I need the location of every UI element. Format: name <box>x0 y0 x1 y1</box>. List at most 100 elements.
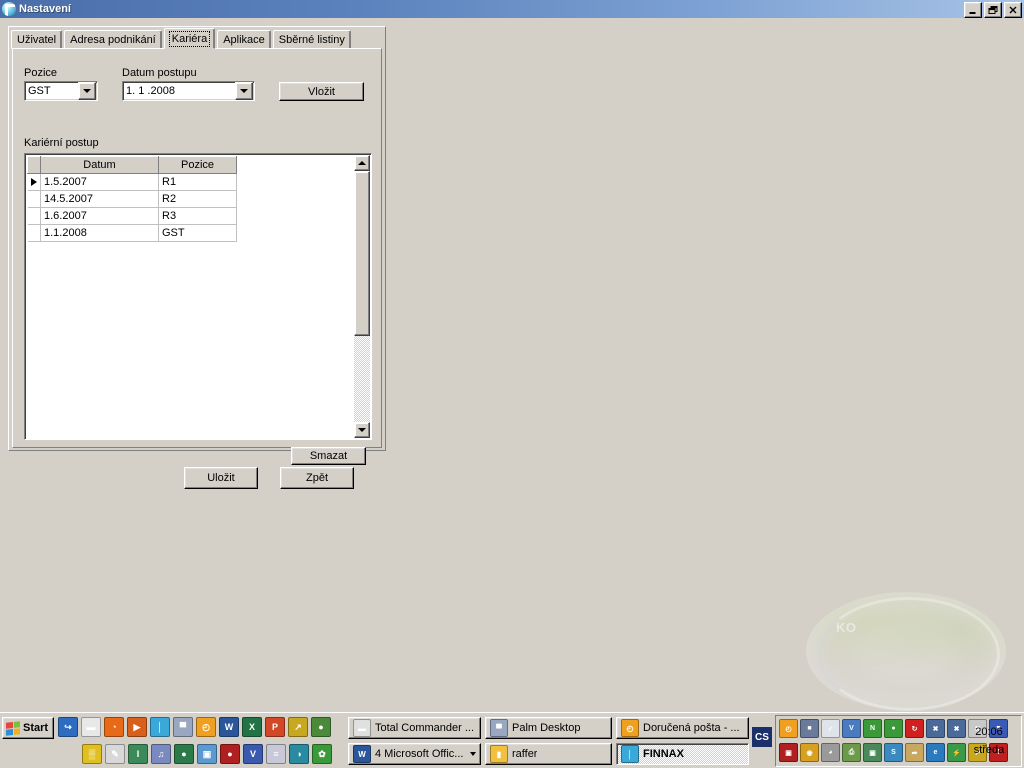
datum-postupu-datepicker[interactable]: 1. 1 .2008 <box>122 81 255 101</box>
minimize-button[interactable] <box>964 2 982 18</box>
database-icon[interactable]: ◑ <box>289 744 309 764</box>
taskbar-button[interactable]: ▬ Total Commander ... <box>348 717 481 739</box>
internet-globe-icon[interactable]: ● <box>311 717 331 737</box>
cell-datum[interactable]: 14.5.2007 <box>40 190 159 208</box>
nvidia-tray-icon[interactable]: N <box>863 719 882 738</box>
tab-aplikace[interactable]: Aplikace <box>217 30 271 49</box>
save-floppy-icon[interactable]: ▬ <box>81 717 101 737</box>
clock-icon[interactable]: ◴ <box>196 717 216 737</box>
table-row[interactable]: 1.1.2008 GST <box>27 224 237 242</box>
cell-pozice[interactable]: GST <box>158 224 237 242</box>
finnax-icon[interactable]: │ <box>150 717 170 737</box>
chevron-down-icon[interactable] <box>78 82 96 100</box>
ulozit-button[interactable]: Uložit <box>184 467 258 489</box>
cd-burner-icon[interactable]: ● <box>220 744 240 764</box>
taskbar-button[interactable]: ▮ raffer <box>485 743 612 765</box>
shield-check-tray-icon[interactable]: ✓ <box>821 719 840 738</box>
excel-icon[interactable]: X <box>242 717 262 737</box>
scroll-down-button[interactable] <box>354 422 370 438</box>
tab-adresa-podnikani[interactable]: Adresa podnikání <box>64 30 162 49</box>
taskbar-clock[interactable]: 20:06 středa <box>961 716 1017 766</box>
tab-sberne-listiny[interactable]: Sběrné listiny <box>272 30 351 49</box>
firefox-icon[interactable]: ◔ <box>104 717 124 737</box>
career-table-body: 1.5.2007 R1 14.5.2007 R2 1.6.2007 R3 1.1… <box>27 173 237 242</box>
career-grid[interactable]: Datum Pozice 1.5.2007 R1 14.5.2007 R2 1.… <box>24 153 372 440</box>
task-row-1: ▬ Total Commander ... ▀ Palm Desktop ◴ Doruče… <box>348 717 749 739</box>
green-ball-tray-icon[interactable]: ● <box>884 719 903 738</box>
cell-datum[interactable]: 1.5.2007 <box>40 173 159 191</box>
scrollbar-thumb[interactable] <box>354 171 370 336</box>
vlc-cone-icon[interactable]: V <box>243 744 263 764</box>
cell-datum[interactable]: 1.6.2007 <box>40 207 159 225</box>
row-selector-cell[interactable] <box>27 224 41 242</box>
window-titlebar[interactable]: Nastavení <box>0 0 1024 18</box>
cell-pozice[interactable]: R1 <box>158 173 237 191</box>
smazat-button[interactable]: Smazat <box>291 447 366 465</box>
notepad-icon[interactable]: ≡ <box>266 744 286 764</box>
taskbar-button[interactable]: ◴ Doručená pošta - ... <box>616 717 749 739</box>
cell-pozice[interactable]: R2 <box>158 190 237 208</box>
close-button[interactable] <box>1004 2 1022 18</box>
browser-globe-icon[interactable]: ● <box>174 744 194 764</box>
table-row[interactable]: 14.5.2007 R2 <box>27 190 237 208</box>
table-row[interactable]: 1.5.2007 R1 <box>27 173 237 191</box>
volume-tray-icon[interactable]: ◕ <box>821 743 840 762</box>
icq-flower-icon[interactable]: ✿ <box>312 744 332 764</box>
cell-datum[interactable]: 1.1.2008 <box>40 224 159 242</box>
show-desktop-icon[interactable]: ↪ <box>58 717 78 737</box>
quick-launch-row-1: ↪ ▬ ◔ ▶ │ ▀ ◴ W X P ↗ ● <box>58 717 331 737</box>
ico-editor-icon[interactable]: I <box>128 744 148 764</box>
row-selector-cell[interactable] <box>27 190 41 208</box>
sync-tray-icon[interactable]: ↻ <box>905 719 924 738</box>
mouse-tray-icon[interactable]: ➦ <box>905 743 924 762</box>
media-player-icon[interactable]: ▶ <box>127 717 147 737</box>
tab-kariera[interactable]: Kariéra <box>163 28 216 49</box>
wireless-tray-icon[interactable]: ◉ <box>800 743 819 762</box>
antivirus-tray-icon[interactable]: V <box>842 719 861 738</box>
window-title: Nastavení <box>19 3 71 15</box>
sis-tray-icon[interactable]: S <box>884 743 903 762</box>
tab-uzivatel[interactable]: Uživatel <box>11 30 63 49</box>
chevron-down-icon[interactable] <box>235 82 253 100</box>
start-button[interactable]: Start <box>2 717 54 739</box>
word-icon[interactable]: W <box>219 717 239 737</box>
chevron-down-icon[interactable] <box>470 752 476 756</box>
grid-vertical-scrollbar[interactable] <box>354 155 370 438</box>
zpet-button[interactable]: Zpět <box>280 467 354 489</box>
row-selector-cell[interactable] <box>27 173 41 191</box>
pozice-combobox[interactable]: GST <box>24 81 98 101</box>
powerpoint-icon[interactable]: P <box>265 717 285 737</box>
clock-tray-icon[interactable]: ◴ <box>779 719 798 738</box>
taskbar-button-label: FINNAX <box>643 748 684 760</box>
network-off-tray-icon[interactable]: ✖ <box>926 719 945 738</box>
vlozit-button[interactable]: Vložit <box>279 82 364 101</box>
system-tray: ◴ ■ ✓ V N ● ↻ ✖ ✖ ✖ ▼ ▣ ◉ ◕ ⎙ ▣ S ➦ e ⚡ ↗! 20:06 středa <box>775 715 1022 767</box>
datum-postupu-value: 1. 1 .2008 <box>126 85 175 97</box>
word-icon: W <box>353 745 371 763</box>
taskbar-button[interactable]: W 4 Microsoft Offic... <box>348 743 481 765</box>
table-row[interactable]: 1.6.2007 R3 <box>27 207 237 225</box>
column-header-pozice[interactable]: Pozice <box>158 156 237 174</box>
taskbar-button[interactable]: │ FINNAX <box>616 743 749 765</box>
screenshot-tray-icon[interactable]: ▣ <box>779 743 798 762</box>
record-marker-icon <box>30 178 37 186</box>
taskbar-button-label: Palm Desktop <box>512 722 581 734</box>
language-indicator[interactable]: CS <box>752 727 772 747</box>
row-selector-cell[interactable] <box>27 207 41 225</box>
tab-label: Sběrné listiny <box>278 33 345 46</box>
explorer-tray-icon[interactable]: e <box>926 743 945 762</box>
column-header-datum[interactable]: Datum <box>40 156 159 174</box>
music-player-icon[interactable]: ♫ <box>151 744 171 764</box>
remote-desktop-icon[interactable]: ▀ <box>173 717 193 737</box>
network-tray-icon[interactable]: ■ <box>800 719 819 738</box>
shortcut-arrow-icon[interactable]: ↗ <box>288 717 308 737</box>
printer-tray-icon[interactable]: ⎙ <box>842 743 861 762</box>
calculator-icon[interactable]: ▒ <box>82 744 102 764</box>
monitor-tray-icon[interactable]: ▣ <box>863 743 882 762</box>
paint-icon[interactable]: ✎ <box>105 744 125 764</box>
image-viewer-icon[interactable]: ▣ <box>197 744 217 764</box>
restore-button[interactable] <box>984 2 1002 18</box>
scroll-up-button[interactable] <box>354 155 370 171</box>
taskbar-button[interactable]: ▀ Palm Desktop <box>485 717 612 739</box>
cell-pozice[interactable]: R3 <box>158 207 237 225</box>
